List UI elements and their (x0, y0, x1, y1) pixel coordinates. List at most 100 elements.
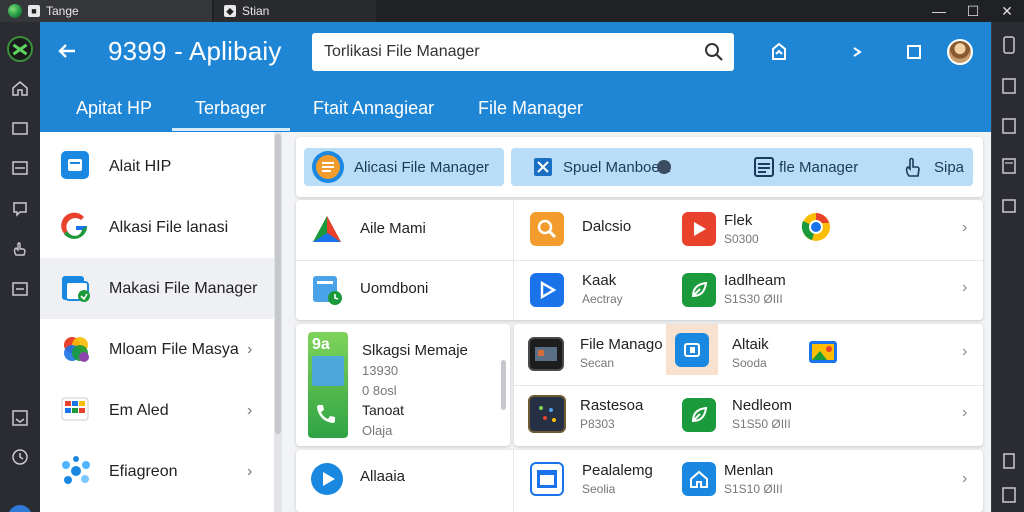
app-tile-altaik[interactable]: Altaik Sooda › (666, 324, 983, 385)
chat-icon[interactable] (10, 199, 30, 219)
featured-line: 0 8osl (362, 383, 397, 398)
app-tile-nedleom[interactable]: Nedleom S1S50 ØIII › (666, 385, 983, 446)
primary-pill-label: Alicasi File Manager (354, 158, 490, 176)
expand-icon[interactable] (846, 41, 868, 63)
app-tile-flek[interactable]: Flek S0300 › (666, 200, 983, 260)
minimize-button[interactable]: — (922, 0, 956, 22)
right-tool-rail (991, 22, 1024, 512)
tab-file-manager[interactable]: File Manager (478, 88, 583, 128)
leaf-green-icon (682, 273, 716, 307)
primary-pill-button[interactable]: Alicasi File Manager (304, 148, 504, 186)
sidebar-item-alait-hip[interactable]: Alait HIP (40, 136, 274, 197)
download-box-icon[interactable] (10, 408, 30, 428)
clock-icon[interactable] (10, 447, 30, 467)
app-tile-uomdboni[interactable]: Uomdboni (296, 260, 513, 320)
sidebar-scroll-thumb[interactable] (275, 134, 281, 434)
chevron-right-icon[interactable]: › (962, 219, 967, 237)
maximize-button[interactable]: ☐ (956, 0, 990, 22)
blue-square-icon (675, 333, 709, 367)
app-title: Rastesoa (580, 397, 644, 414)
featured-title: Slkagsi Memaje (362, 342, 468, 359)
sidebar-item-em-aled[interactable]: Em Aled › (40, 380, 274, 441)
sidebar-item-makasi[interactable]: Makasi File Manager (40, 258, 274, 319)
tab-bar: Apitat HP Terbager Ftait Annagiear File … (40, 88, 991, 132)
search-box[interactable] (312, 33, 734, 71)
app-tile-allaaia[interactable]: Allaaia (296, 450, 513, 512)
list-doc-icon (754, 157, 774, 181)
tab-apitat-hp[interactable]: Apitat HP (76, 88, 152, 128)
app-title: Pealalemg (582, 462, 653, 479)
app-tile-menlan[interactable]: Menlan S1S10 ØIII › (666, 450, 983, 512)
sidebar-item-alkasi[interactable]: Alkasi File lanasi (40, 197, 274, 258)
app-subtitle: S1S30 ØIII (724, 292, 783, 306)
featured-line: Olaja (362, 423, 393, 438)
window-icon[interactable] (903, 41, 925, 63)
featured-app-card[interactable]: 9a Slkagsi Memaje 13930 0 8osl Tanoat Ol… (296, 324, 510, 446)
left-launcher-rail (0, 22, 40, 512)
tab-terbager[interactable]: Terbager (195, 88, 266, 128)
app-tile-rastesoa[interactable]: Rastesoa P8303 (514, 385, 669, 446)
tray-icon[interactable] (1000, 197, 1018, 215)
window-app-icon (530, 462, 564, 496)
chevron-right-icon[interactable]: › (962, 470, 967, 488)
secondary-pill-left-label: Spuel Manboelt: (563, 158, 672, 176)
grid-app-icon (60, 394, 92, 426)
os-tab-strip: ■ Tange ◆ Stian — ☐ ✕ (0, 0, 1024, 22)
chevron-right-icon[interactable]: › (962, 404, 967, 422)
info-dot-icon[interactable] (657, 160, 671, 174)
app-title: File Manago (580, 336, 663, 353)
phone-icon[interactable] (1000, 36, 1018, 54)
avatar[interactable] (947, 39, 973, 65)
back-arrow-icon[interactable] (56, 40, 78, 62)
os-tab-2[interactable]: ◆ Stian (214, 0, 376, 22)
list-icon[interactable] (10, 158, 30, 178)
launcher-logo-icon[interactable] (7, 36, 33, 62)
app-title: Aile Mami (360, 220, 426, 237)
sidebar: Alait HIP Alkasi File lanasi Makasi File… (40, 132, 282, 512)
search-icon[interactable] (704, 42, 724, 62)
window-icon[interactable] (10, 118, 30, 138)
app-tile-iadlheam[interactable]: Iadlheam S1S30 ØIII › (666, 260, 983, 320)
tab-app-icon: ◆ (224, 5, 236, 17)
status-dot-icon[interactable] (8, 505, 32, 512)
app-tile-aile-mami[interactable]: Aile Mami (296, 200, 513, 260)
search-input[interactable] (324, 43, 684, 61)
home-icon[interactable] (10, 78, 30, 98)
frame-icon[interactable] (1000, 486, 1018, 504)
sidebar-item-label: Mloam File Masya (109, 340, 239, 358)
folder-orange-icon (311, 150, 345, 184)
chevron-right-icon: › (247, 401, 253, 419)
document-icon[interactable] (1000, 452, 1018, 470)
tablet-icon[interactable] (1000, 77, 1018, 95)
sidebar-item-efiagreon[interactable]: Efiagreon › (40, 441, 274, 502)
os-tab-1[interactable]: ■ Tange (0, 0, 212, 22)
sidebar-item-mloam[interactable]: Mloam File Masya › (40, 319, 274, 380)
app-tile-file-manago[interactable]: File Manago Secan (514, 324, 669, 385)
chrome-like-icon (799, 210, 833, 244)
panel-icon[interactable] (1000, 117, 1018, 135)
close-button[interactable]: ✕ (990, 0, 1024, 22)
share-icon[interactable] (768, 41, 790, 63)
app-title: Flek (724, 212, 753, 229)
tab-app-icon: ■ (28, 5, 40, 17)
chevron-right-icon[interactable]: › (962, 343, 967, 361)
featured-scroll-thumb[interactable] (501, 360, 506, 410)
secondary-pill-bar[interactable]: Spuel Manboelt: fle Manager Sipa (511, 148, 973, 186)
active-tab-indicator (172, 128, 290, 131)
app-title: Allaaia (360, 468, 406, 485)
sheet-icon[interactable] (1000, 157, 1018, 175)
sidebar-item-label: Makasi File Manager (109, 279, 258, 297)
chevron-right-icon[interactable]: › (962, 279, 967, 297)
app-title: 9399 - Aplibaiy (108, 36, 282, 66)
app-subtitle: S1S50 ØIII (732, 417, 791, 431)
hand-icon[interactable] (10, 239, 30, 259)
sidebar-item-label: Alkasi File lanasi (109, 218, 229, 236)
gallery-icon (806, 335, 840, 369)
app-title: Iadlheam (724, 272, 786, 289)
sidebar-item-label: Alait HIP (109, 157, 172, 175)
tab-ftait-annagiear[interactable]: Ftait Annagiear (313, 88, 434, 128)
inbox-icon[interactable] (10, 279, 30, 299)
screen-app-icon (528, 337, 564, 371)
hand-pointer-icon (903, 156, 923, 182)
app-tile-pealalemg[interactable]: Pealalemg Seolia (514, 450, 666, 512)
